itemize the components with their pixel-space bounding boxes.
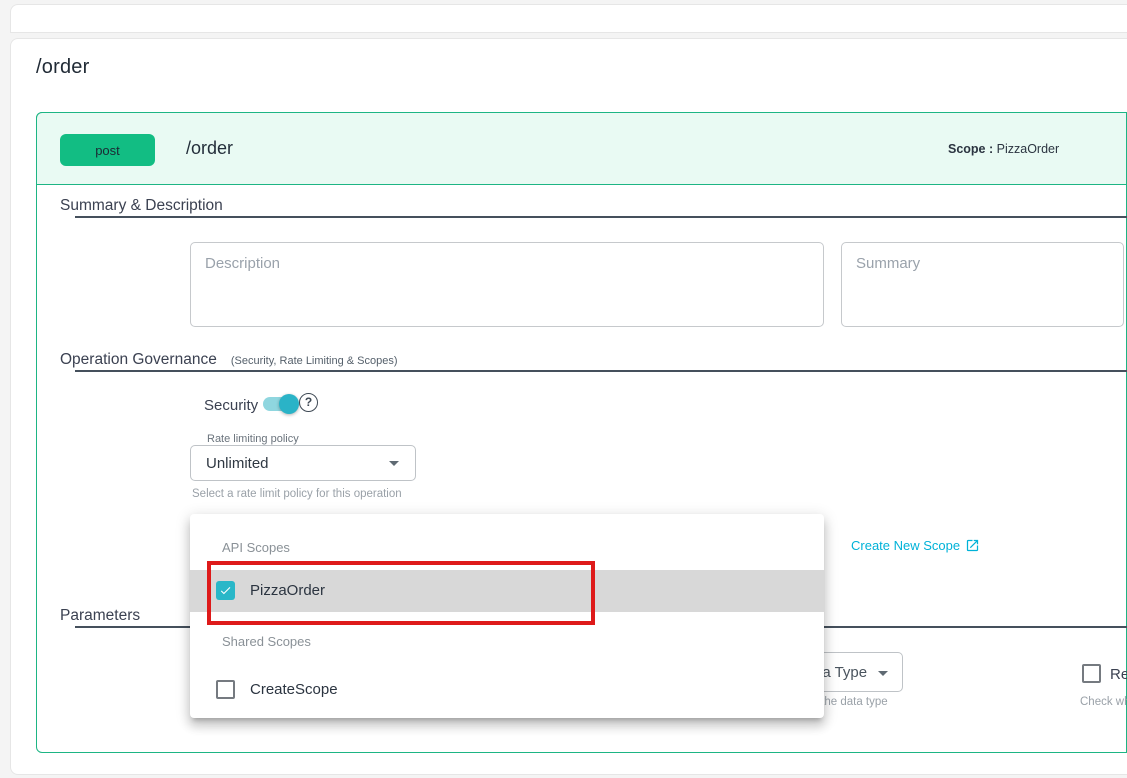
rate-limiting-label: Rate limiting policy	[202, 433, 304, 445]
scope-option-createscope[interactable]: CreateScope	[190, 672, 824, 712]
security-help-icon[interactable]: ?	[299, 393, 318, 412]
summary-description-heading: Summary & Description	[60, 197, 223, 215]
rate-limiting-select[interactable]: Unlimited	[190, 445, 416, 481]
rate-limiting-helper: Select a rate limit policy for this oper…	[192, 488, 402, 500]
shared-scopes-group-label: Shared Scopes	[222, 634, 311, 649]
createscope-checkbox[interactable]	[216, 680, 235, 699]
chevron-down-icon	[878, 671, 888, 676]
api-scopes-group-label: API Scopes	[222, 540, 290, 555]
pizzaorder-checkbox[interactable]	[216, 581, 235, 600]
governance-heading-note: (Security, Rate Limiting & Scopes)	[231, 355, 398, 367]
required-helper: Check whether the parameter is required	[1080, 696, 1127, 708]
page-title: /order	[36, 56, 89, 79]
rate-limiting-value: Unlimited	[206, 455, 269, 472]
summary-input[interactable]	[841, 242, 1124, 327]
operation-scope-value: PizzaOrder	[997, 142, 1060, 156]
governance-heading-row: Operation Governance (Security, Rate Lim…	[60, 351, 398, 369]
scope-option-pizzaorder[interactable]: PizzaOrder	[190, 570, 824, 612]
required-checkbox[interactable]	[1082, 664, 1101, 683]
operation-scope: Scope : PizzaOrder	[948, 142, 1059, 156]
security-toggle[interactable]	[261, 394, 299, 414]
check-icon	[218, 584, 233, 597]
chevron-down-icon	[389, 461, 399, 466]
scope-option-label: PizzaOrder	[250, 582, 325, 599]
operation-scope-label: Scope :	[948, 142, 993, 156]
scope-option-label: CreateScope	[250, 681, 338, 698]
scopes-dropdown-menu: API Scopes PizzaOrder Shared Scopes Crea…	[190, 514, 824, 718]
security-toggle-thumb	[279, 394, 299, 414]
http-method-badge[interactable]: post	[60, 134, 155, 166]
summary-section-divider	[75, 216, 1127, 218]
create-new-scope-label: Create New Scope	[851, 538, 960, 553]
operation-path: /order	[186, 138, 233, 159]
parameters-heading: Parameters	[60, 607, 140, 625]
external-link-icon	[965, 538, 980, 553]
required-label: Required	[1110, 666, 1127, 683]
security-label: Security	[204, 397, 258, 414]
governance-section-divider	[75, 370, 1127, 372]
create-new-scope-link[interactable]: Create New Scope	[851, 538, 980, 553]
description-input[interactable]	[190, 242, 824, 327]
top-toolbar-strip	[10, 4, 1127, 33]
governance-heading: Operation Governance	[60, 351, 217, 369]
